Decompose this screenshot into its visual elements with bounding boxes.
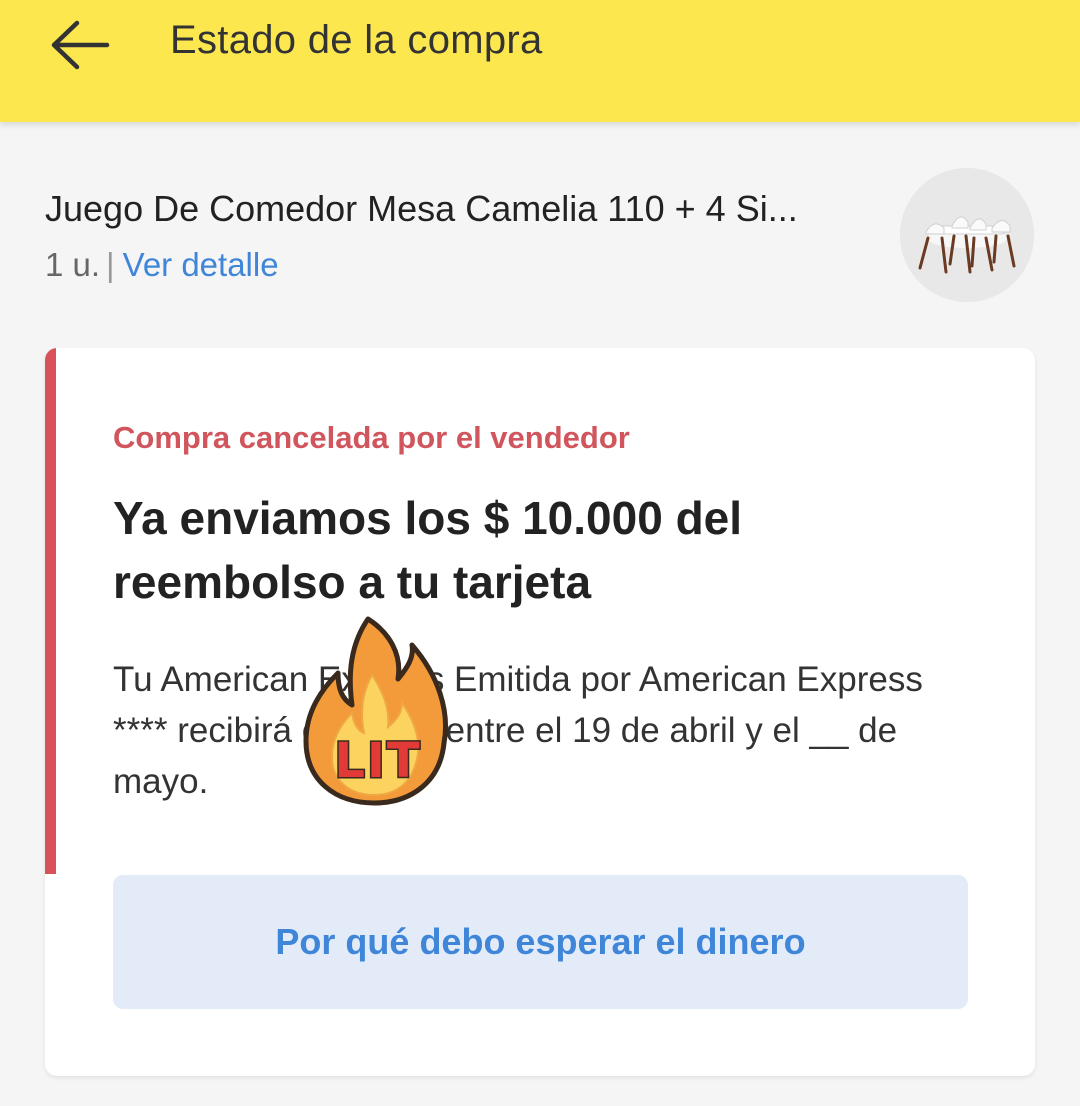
why-wait-button[interactable]: Por qué debo esperar el dinero (113, 875, 968, 1009)
separator: | (106, 246, 115, 283)
fire-sticker: LIT (303, 616, 449, 806)
refund-headline: Ya enviamos los $ 10.000 del reembolso a… (113, 492, 743, 608)
view-detail-link[interactable]: Ver detalle (123, 246, 279, 283)
arrow-left-icon (51, 20, 110, 70)
product-title: Juego De Comedor Mesa Camelia 110 + 4 Si… (45, 188, 798, 229)
dining-set-thumbnail (900, 168, 1034, 302)
sticker-text: LIT (334, 733, 421, 789)
product-thumbnail[interactable] (900, 168, 1034, 302)
status-accent-bar (45, 348, 56, 874)
lit-fire-sticker: LIT (298, 615, 454, 807)
page-title: Estado de la compra (170, 18, 543, 62)
product-quantity: 1 u. (45, 246, 101, 283)
status-label: Compra cancelada por el vendedor (113, 420, 630, 455)
product-meta: 1 u. | Ver detalle (45, 246, 279, 284)
refund-description: Tu American Express Emitida por American… (113, 660, 923, 801)
status-card: Compra cancelada por el vendedor Ya envi… (45, 348, 1035, 1076)
back-button[interactable] (38, 12, 118, 78)
app-bar: Estado de la compra (0, 0, 1080, 122)
